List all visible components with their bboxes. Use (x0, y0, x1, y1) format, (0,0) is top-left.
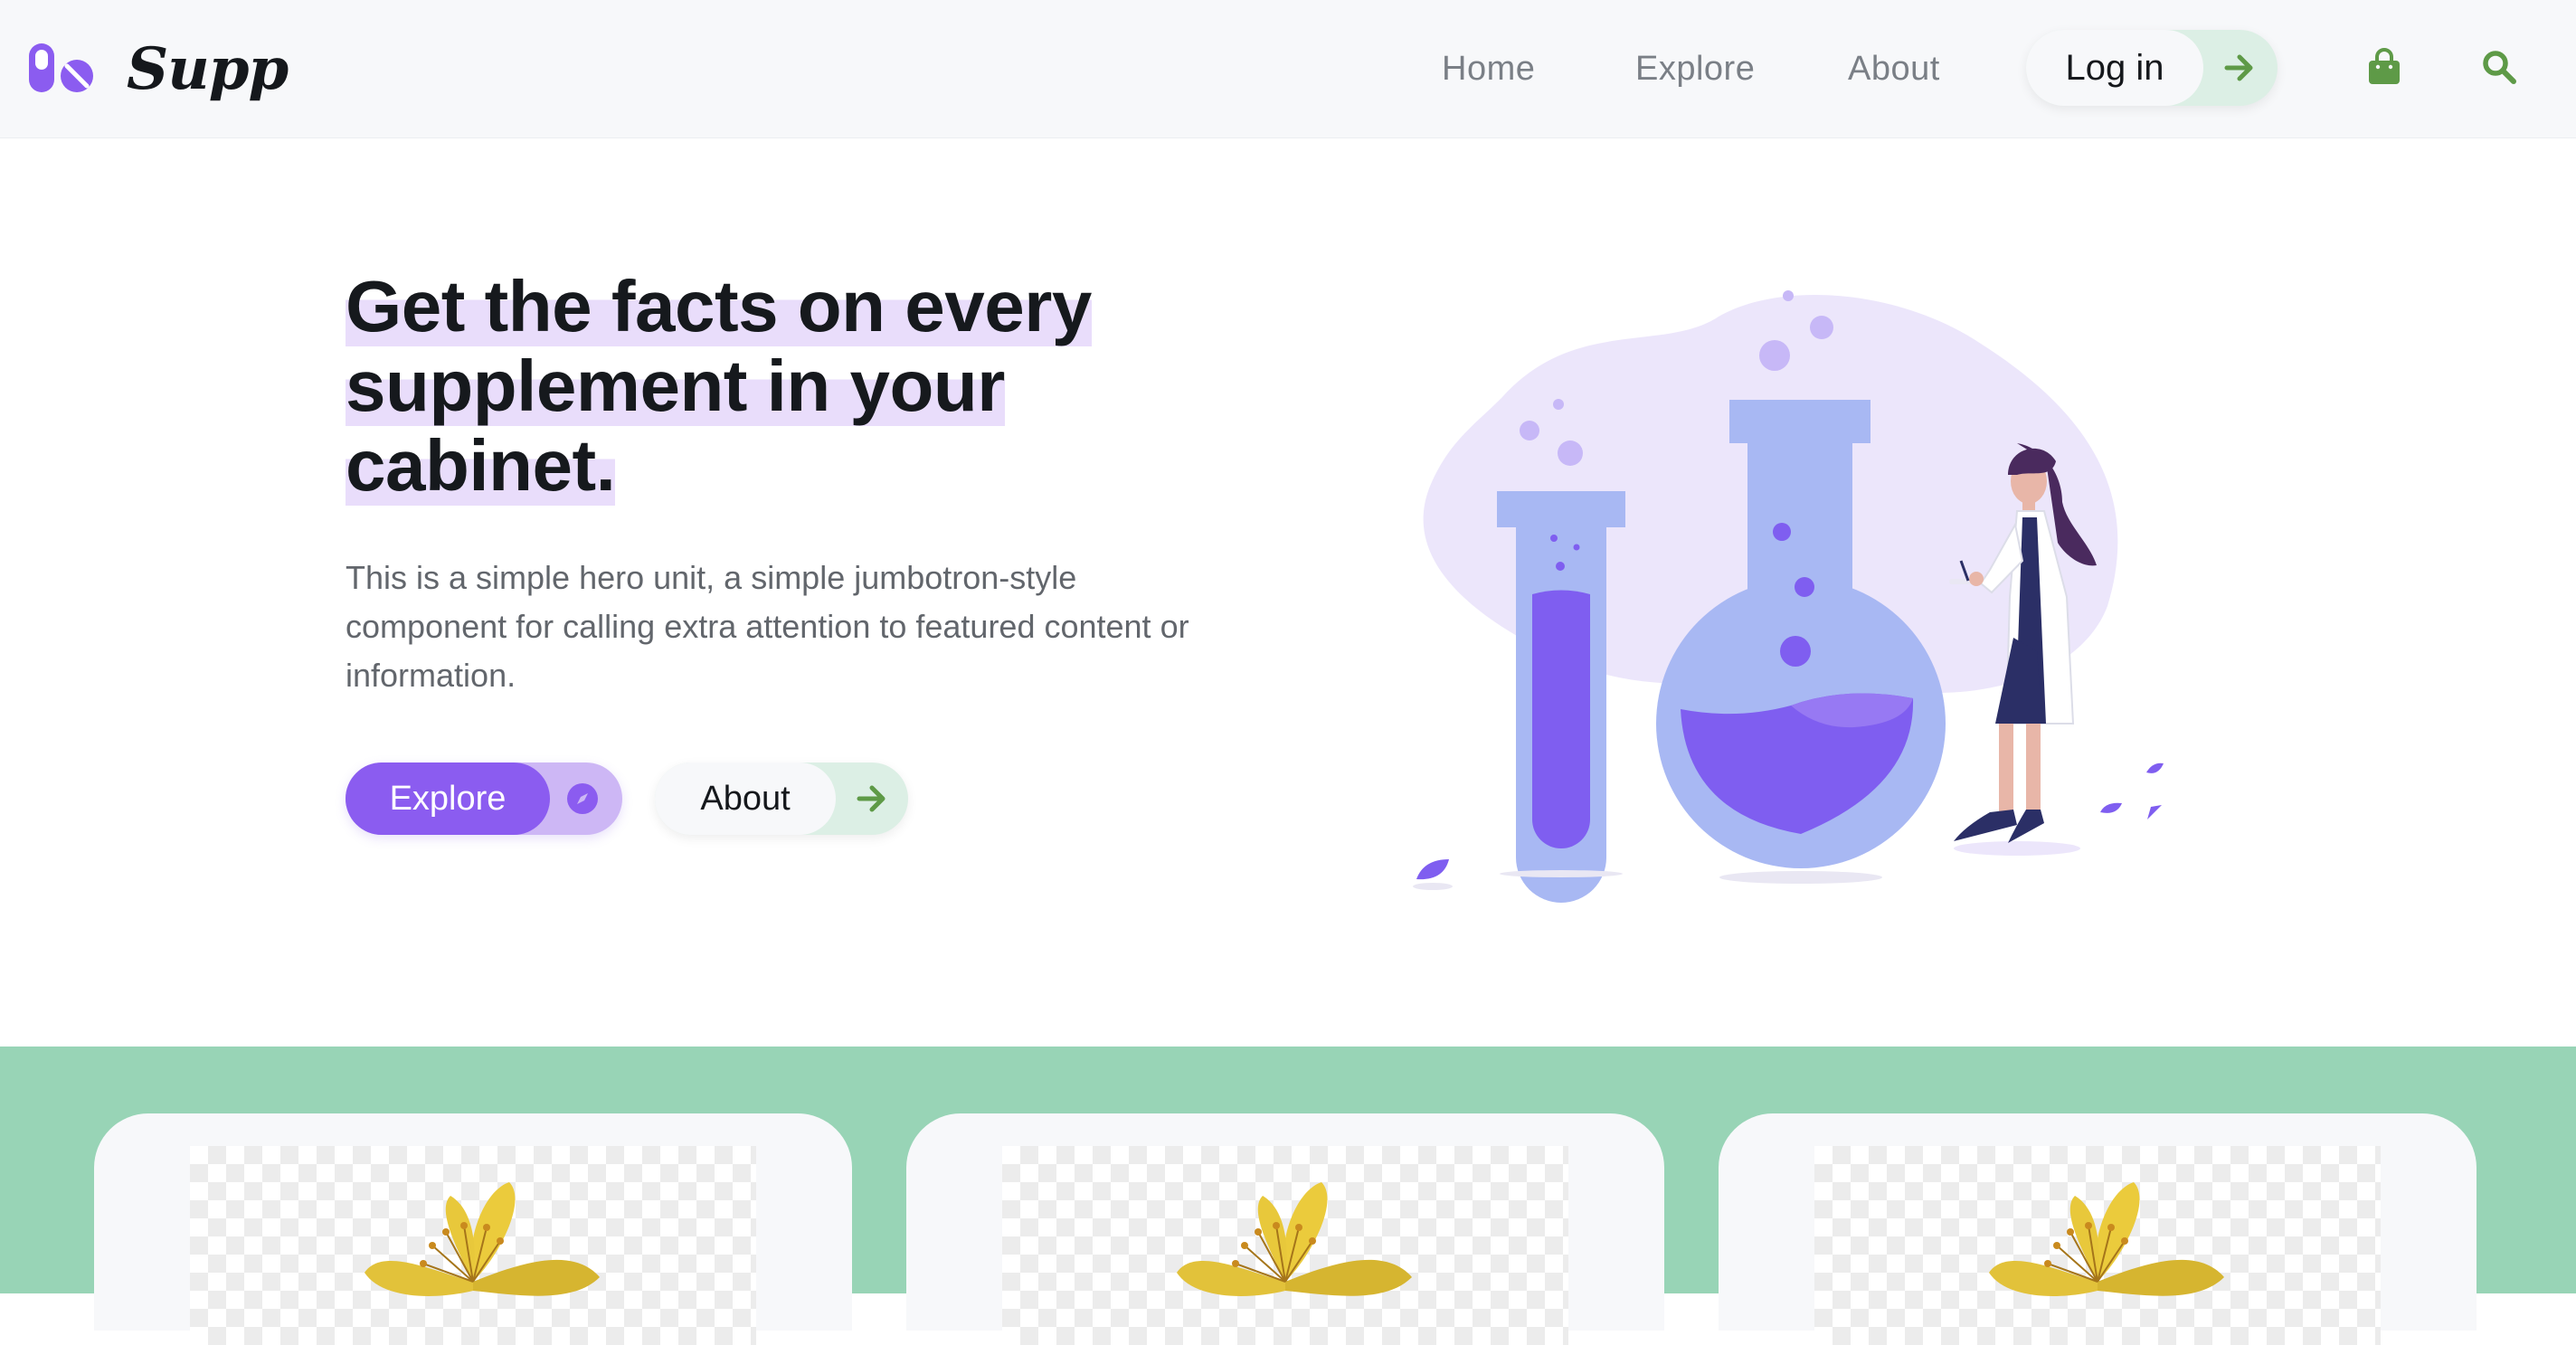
shopping-bag-icon[interactable] (2366, 48, 2402, 86)
hero-title: Get the facts on every supplement in you… (346, 266, 1092, 506)
nav-explore-link[interactable]: Explore (1635, 43, 1755, 94)
arrow-right-icon (857, 785, 886, 812)
navbar: Supp Home Explore About Log in (0, 0, 2576, 138)
search-icon[interactable] (2481, 49, 2517, 85)
flower-image (190, 1146, 756, 1345)
feature-card[interactable] (906, 1113, 1664, 1345)
compass-icon (567, 783, 598, 814)
login-button[interactable]: Log in (2026, 30, 2278, 106)
pill-logo-icon[interactable] (27, 42, 94, 94)
nav-home-link[interactable]: Home (1442, 43, 1535, 94)
about-button-label: About (655, 762, 836, 835)
features-section (0, 1047, 2576, 1345)
explore-button-label: Explore (346, 762, 550, 835)
brand-name[interactable]: Supp (127, 29, 289, 110)
feature-card[interactable] (94, 1113, 852, 1345)
flower-image (1002, 1146, 1568, 1345)
feature-card[interactable] (1719, 1113, 2477, 1345)
explore-button[interactable]: Explore (346, 762, 622, 835)
login-label: Log in (2026, 30, 2203, 106)
arrow-right-icon (2224, 54, 2253, 81)
hero-lead-text: This is a simple hero unit, a simple jum… (346, 559, 1189, 694)
nav-about-link[interactable]: About (1848, 43, 1940, 94)
flower-image (1814, 1146, 2381, 1345)
about-button[interactable]: About (655, 762, 908, 835)
scientist-lab-illustration (1413, 290, 2164, 903)
